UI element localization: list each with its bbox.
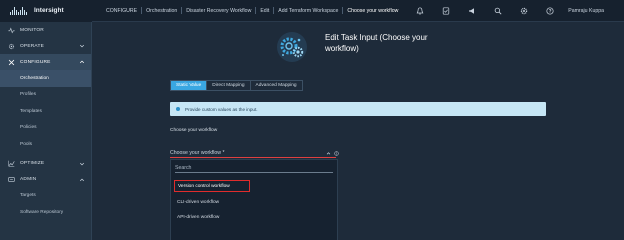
info-banner: Provide custom values as the input. bbox=[170, 102, 546, 116]
breadcrumb-workflow[interactable]: Disaster Recovery Workflow bbox=[182, 8, 255, 14]
sidebar-item-label: OPERATE bbox=[20, 43, 44, 49]
sidebar-item-label: ADMIN bbox=[20, 177, 37, 182]
field-label: Choose your workflow bbox=[170, 128, 218, 133]
sidebar-item-profiles[interactable]: Profiles bbox=[0, 87, 91, 104]
sidebar-item-software-repository[interactable]: Software Repository bbox=[0, 204, 91, 221]
sidebar-item-optimize[interactable]: OPTIMIZE bbox=[0, 156, 91, 172]
workflow-select[interactable]: Choose your workflow * bbox=[170, 148, 336, 158]
sidebar: MONITOR OPERATE CONFIGURE Orchestration … bbox=[0, 22, 92, 240]
tab-static-value[interactable]: Static Value bbox=[171, 81, 208, 90]
tab-direct-mapping[interactable]: Direct Mapping bbox=[207, 81, 251, 90]
breadcrumb-edit[interactable]: Edit bbox=[256, 8, 273, 14]
brand-name: Intersight bbox=[34, 7, 64, 14]
sidebar-item-admin[interactable]: ADMIN bbox=[0, 172, 91, 188]
user-menu[interactable]: Pamraju Kuppa bbox=[568, 0, 604, 22]
monitor-icon bbox=[7, 26, 15, 34]
admin-icon bbox=[7, 176, 15, 184]
cisco-logo-icon bbox=[10, 6, 27, 15]
wrench-icon bbox=[7, 58, 15, 66]
dropdown-search-input[interactable]: Search bbox=[175, 163, 333, 173]
megaphone-icon[interactable] bbox=[467, 7, 476, 16]
info-text: Provide custom values as the input. bbox=[185, 106, 258, 112]
option-api-driven-workflow[interactable]: API-driven workflow bbox=[171, 210, 337, 224]
settings-icon[interactable] bbox=[519, 7, 528, 16]
option-cli-driven-workflow[interactable]: CLI-driven workflow bbox=[171, 195, 337, 209]
tab-advanced-mapping[interactable]: Advanced Mapping bbox=[251, 81, 302, 90]
select-controls bbox=[326, 151, 339, 156]
gears-icon bbox=[277, 32, 307, 62]
select-placeholder: Choose your workflow * bbox=[170, 149, 225, 156]
sidebar-item-pools[interactable]: Pools bbox=[0, 136, 91, 153]
sidebar-item-monitor[interactable]: MONITOR bbox=[0, 22, 91, 38]
search-icon[interactable] bbox=[493, 7, 502, 16]
sidebar-item-orchestration[interactable]: Orchestration bbox=[0, 70, 91, 87]
breadcrumb-configure[interactable]: CONFIGURE bbox=[102, 8, 141, 14]
main-content: Edit Task Input (Choose your workflow) S… bbox=[92, 22, 624, 240]
chevron-down-icon bbox=[79, 162, 85, 165]
chevron-down-icon bbox=[79, 44, 85, 48]
optimize-icon bbox=[7, 160, 15, 168]
sidebar-item-label: OPTIMIZE bbox=[20, 161, 45, 166]
info-icon[interactable] bbox=[334, 151, 339, 156]
sidebar-item-label: MONITOR bbox=[20, 27, 44, 33]
sidebar-item-templates[interactable]: Templates bbox=[0, 103, 91, 120]
sidebar-item-label: CONFIGURE bbox=[20, 59, 51, 65]
bell-icon[interactable] bbox=[415, 7, 424, 16]
breadcrumb-current: Choose your workflow bbox=[347, 7, 399, 14]
chevron-up-icon bbox=[79, 60, 85, 64]
page-title: Edit Task Input (Choose your workflow) bbox=[325, 33, 428, 53]
header-actions bbox=[415, 0, 554, 22]
breadcrumb-orchestration[interactable]: Orchestration bbox=[142, 8, 181, 14]
option-version-control-workflow[interactable]: Version control workflow bbox=[174, 180, 250, 192]
chevron-up-icon[interactable] bbox=[326, 151, 331, 156]
help-icon[interactable] bbox=[545, 7, 554, 16]
sidebar-item-targets[interactable]: Targets bbox=[0, 188, 91, 205]
info-icon bbox=[176, 107, 180, 111]
workflow-dropdown: Search Version control workflow CLI-driv… bbox=[170, 159, 338, 240]
checklist-icon[interactable] bbox=[441, 7, 450, 16]
top-bar: Intersight CONFIGURE Orchestration Disas… bbox=[0, 0, 624, 22]
sidebar-item-operate[interactable]: OPERATE bbox=[0, 38, 91, 54]
input-mode-tabs: Static Value Direct Mapping Advanced Map… bbox=[170, 80, 303, 91]
sidebar-item-policies[interactable]: Policies bbox=[0, 120, 91, 137]
chevron-up-icon bbox=[79, 178, 85, 181]
operate-icon bbox=[7, 42, 15, 50]
breadcrumb: CONFIGURE Orchestration Disaster Recover… bbox=[102, 7, 402, 14]
brand[interactable]: Intersight bbox=[0, 0, 92, 22]
sidebar-item-configure[interactable]: CONFIGURE bbox=[0, 54, 91, 70]
app-window: Intersight CONFIGURE Orchestration Disas… bbox=[0, 0, 624, 240]
breadcrumb-add-workspace[interactable]: Add Terraform Workspace bbox=[274, 8, 342, 14]
search-placeholder: Search bbox=[175, 164, 192, 171]
user-name: Pamraju Kuppa bbox=[568, 8, 604, 14]
